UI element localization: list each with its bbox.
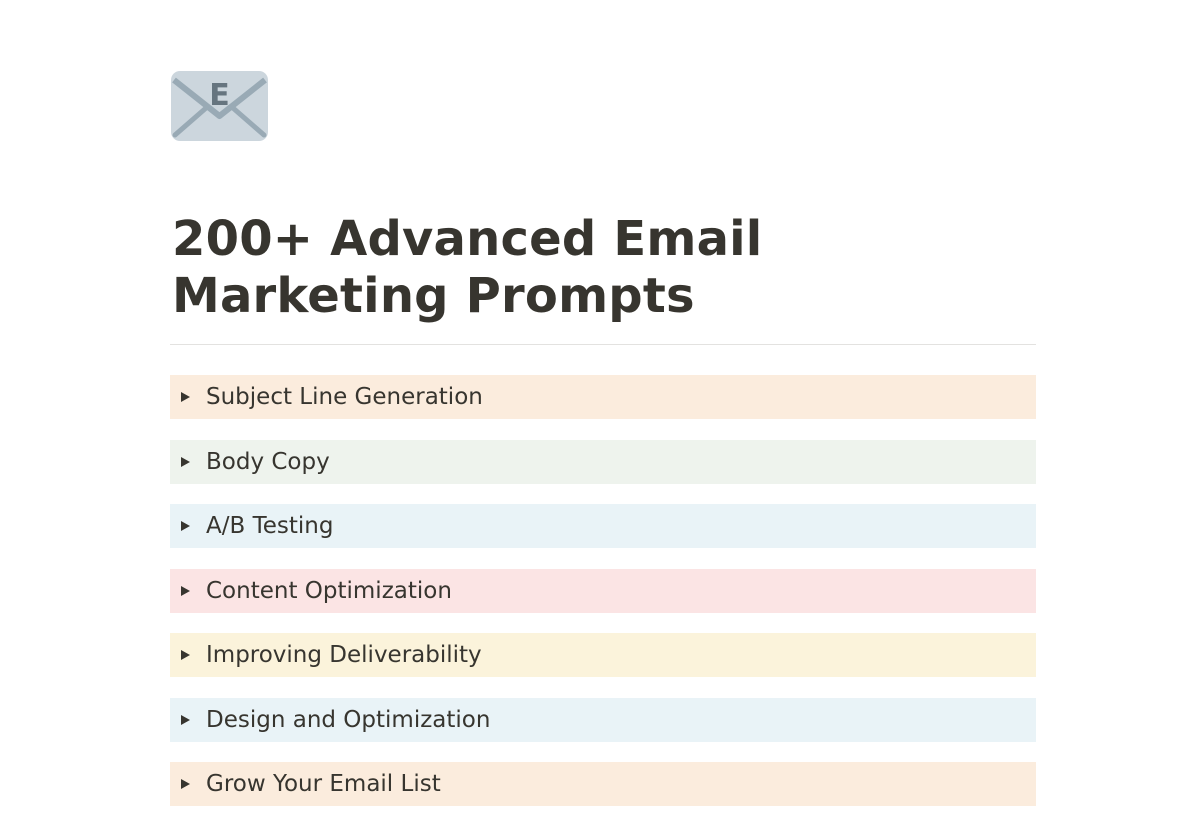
triangle-right-icon[interactable] [180, 650, 190, 660]
toggle-label: Body Copy [206, 448, 330, 475]
triangle-right-icon[interactable] [180, 521, 190, 531]
toggle-improving-deliverability[interactable]: Improving Deliverability [170, 633, 1036, 677]
toggle-body-copy[interactable]: Body Copy [170, 439, 1036, 484]
toggle-label: Design and Optimization [206, 706, 491, 733]
toggle-design-and-optimization[interactable]: Design and Optimization [170, 697, 1036, 742]
toggle-content-optimization[interactable]: Content Optimization [170, 568, 1036, 613]
triangle-right-icon[interactable] [180, 456, 190, 467]
toggle-ab-testing[interactable]: A/B Testing [170, 504, 1036, 548]
divider [170, 344, 1036, 345]
toggle-label: Improving Deliverability [206, 642, 482, 668]
toggle-list: Subject Line Generation Body Copy A/B Te… [170, 375, 1036, 827]
triangle-right-icon[interactable] [180, 585, 190, 596]
toggle-grow-your-email-list[interactable]: Grow Your Email List [170, 762, 1036, 806]
toggle-label: Content Optimization [206, 577, 452, 604]
envelope-icon[interactable]: E [170, 70, 270, 144]
page-title: 200+ Advanced Email Marketing Prompts [172, 211, 763, 324]
triangle-right-icon[interactable] [180, 392, 190, 402]
toggle-label: Subject Line Generation [206, 384, 483, 410]
envelope-letter: E [209, 78, 230, 113]
triangle-right-icon[interactable] [180, 714, 190, 725]
toggle-label: A/B Testing [206, 513, 334, 539]
toggle-subject-line-generation[interactable]: Subject Line Generation [170, 375, 1036, 419]
toggle-label: Grow Your Email List [206, 771, 441, 797]
triangle-right-icon[interactable] [180, 779, 190, 789]
